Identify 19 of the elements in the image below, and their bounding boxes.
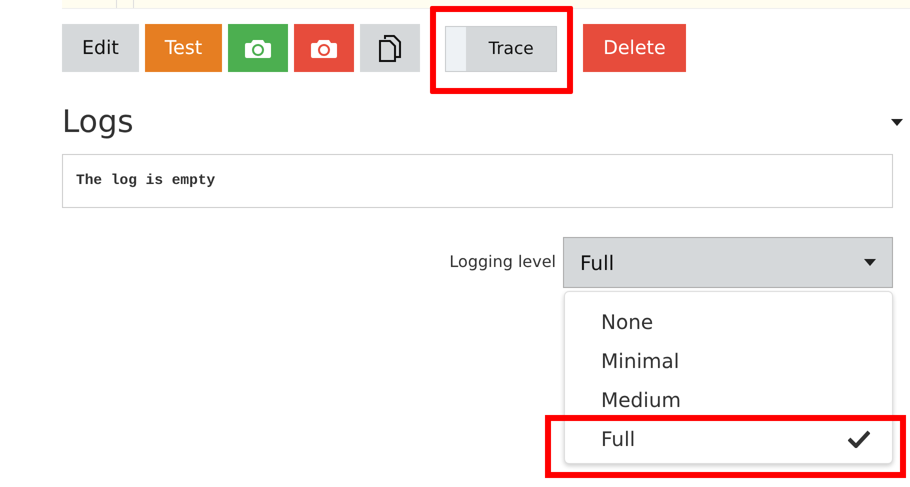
field-label: Logging level (449, 252, 556, 273)
action-button[interactable]: Edit (62, 24, 139, 72)
camera-button[interactable] (228, 24, 288, 72)
trace-toggle-button[interactable]: Trace (445, 26, 558, 72)
camera-button[interactable] (294, 24, 354, 72)
camera-icon (245, 38, 272, 58)
section-title: Logs (62, 104, 134, 140)
copy-icon (379, 34, 402, 62)
dropdown-option[interactable]: Full (565, 419, 892, 458)
collapse-caret-icon[interactable] (891, 118, 903, 126)
log-message: The log is empty (76, 173, 216, 189)
caret-icon (864, 259, 876, 266)
camera-icon (311, 38, 338, 58)
dropdown[interactable]: Full (563, 237, 893, 288)
copy-button[interactable] (360, 24, 420, 72)
dropdown-option[interactable]: Medium (565, 380, 892, 419)
dropdown-option[interactable]: Minimal (565, 341, 892, 380)
dropdown-option[interactable]: None (565, 302, 892, 341)
action-button[interactable]: Delete (583, 24, 686, 72)
